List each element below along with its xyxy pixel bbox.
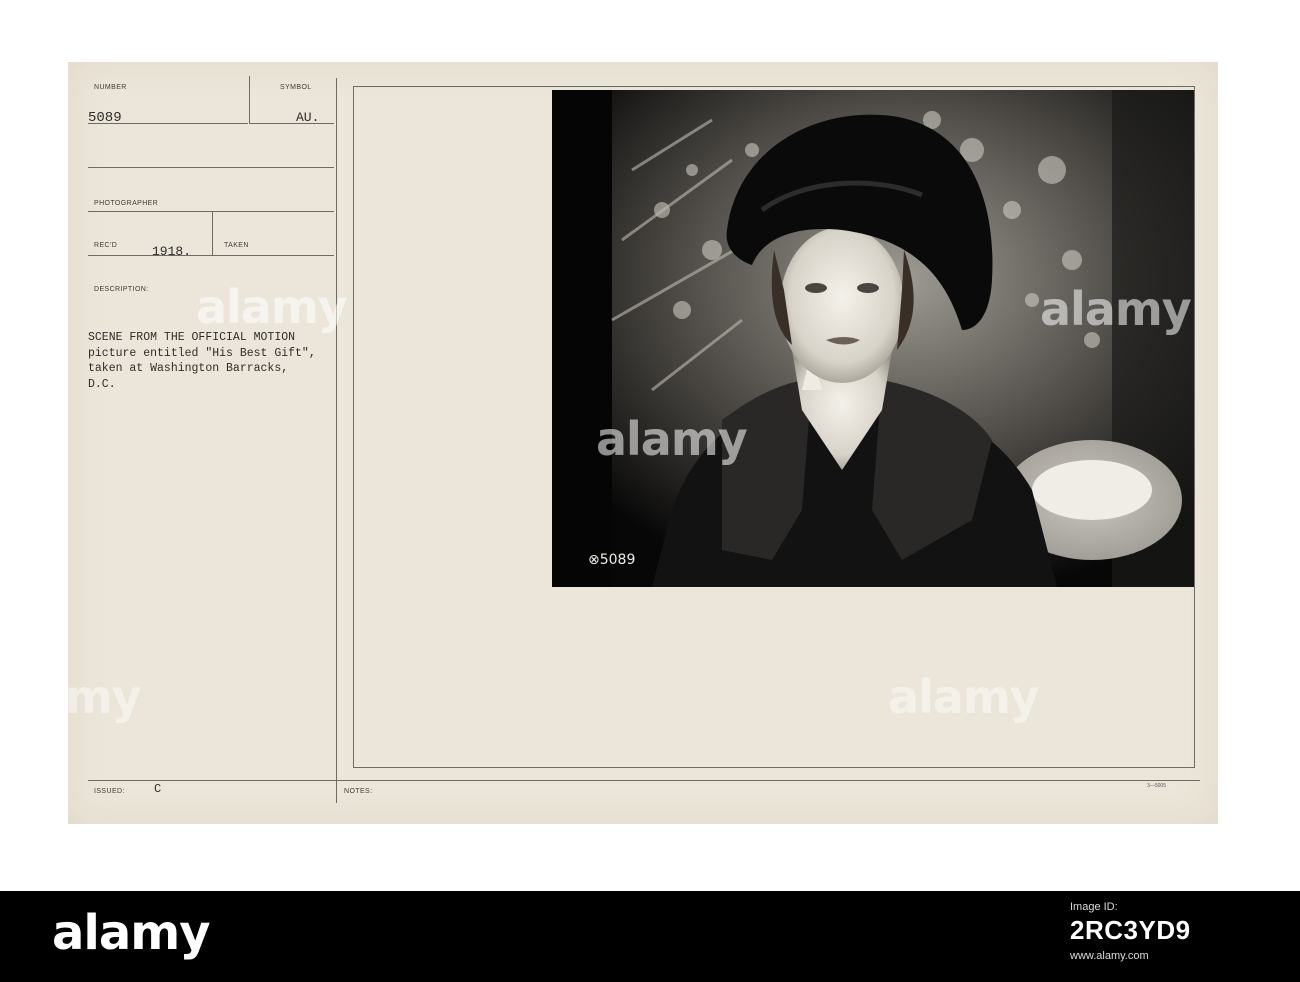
footer-rule [88, 780, 1200, 781]
number-underline [88, 123, 248, 124]
notes-label: NOTES: [344, 788, 373, 795]
description-line: taken at Washington Barracks, [88, 362, 289, 375]
column-divider [336, 78, 337, 803]
recd-label: REC'D [94, 242, 118, 249]
photographer-label: PHOTOGRAPHER [94, 200, 159, 207]
recd-divider [212, 212, 213, 256]
image-id: 2RC3YD9 [1070, 915, 1191, 945]
portrait-photo: ⊗5089 [552, 90, 1194, 587]
portrait-illustration [552, 90, 1194, 587]
issued-value: C [154, 782, 162, 796]
taken-label: TAKEN [224, 242, 249, 249]
photo-number: ⊗5089 [588, 552, 636, 568]
stock-banner: alamy Image ID: 2RC3YD9 www.alamy.com [0, 891, 1300, 982]
recd-year: 1918. [152, 244, 192, 259]
number-divider [249, 76, 250, 124]
number-label: NUMBER [94, 84, 127, 91]
description-line: D.C. [88, 377, 116, 391]
recd-rule [88, 255, 334, 256]
description-line: SCENE FROM THE OFFICIAL MOTION [88, 331, 296, 344]
symbol-underline [250, 123, 334, 124]
image-id-label: Image ID: [1070, 901, 1118, 913]
description-line: picture entitled "His Best Gift", [88, 346, 316, 360]
description-label: DESCRIPTION: [94, 286, 149, 293]
photographer-rule [88, 211, 334, 212]
symbol-label: SYMBOL [280, 84, 312, 91]
image-meta: Image ID: 2RC3YD9 www.alamy.com [1070, 901, 1250, 962]
description-text: SCENE FROM THE OFFICIAL MOTION picture e… [88, 330, 316, 392]
brand-logo: alamy [52, 905, 211, 961]
header-rule [88, 167, 334, 168]
issued-label: ISSUED: [94, 788, 125, 795]
record-card: NUMBER 5089 SYMBOL AU. PHOTOGRAPHER REC'… [68, 62, 1218, 824]
brand-url[interactable]: www.alamy.com [1070, 950, 1250, 962]
form-code: 3—5005 [1147, 783, 1166, 789]
